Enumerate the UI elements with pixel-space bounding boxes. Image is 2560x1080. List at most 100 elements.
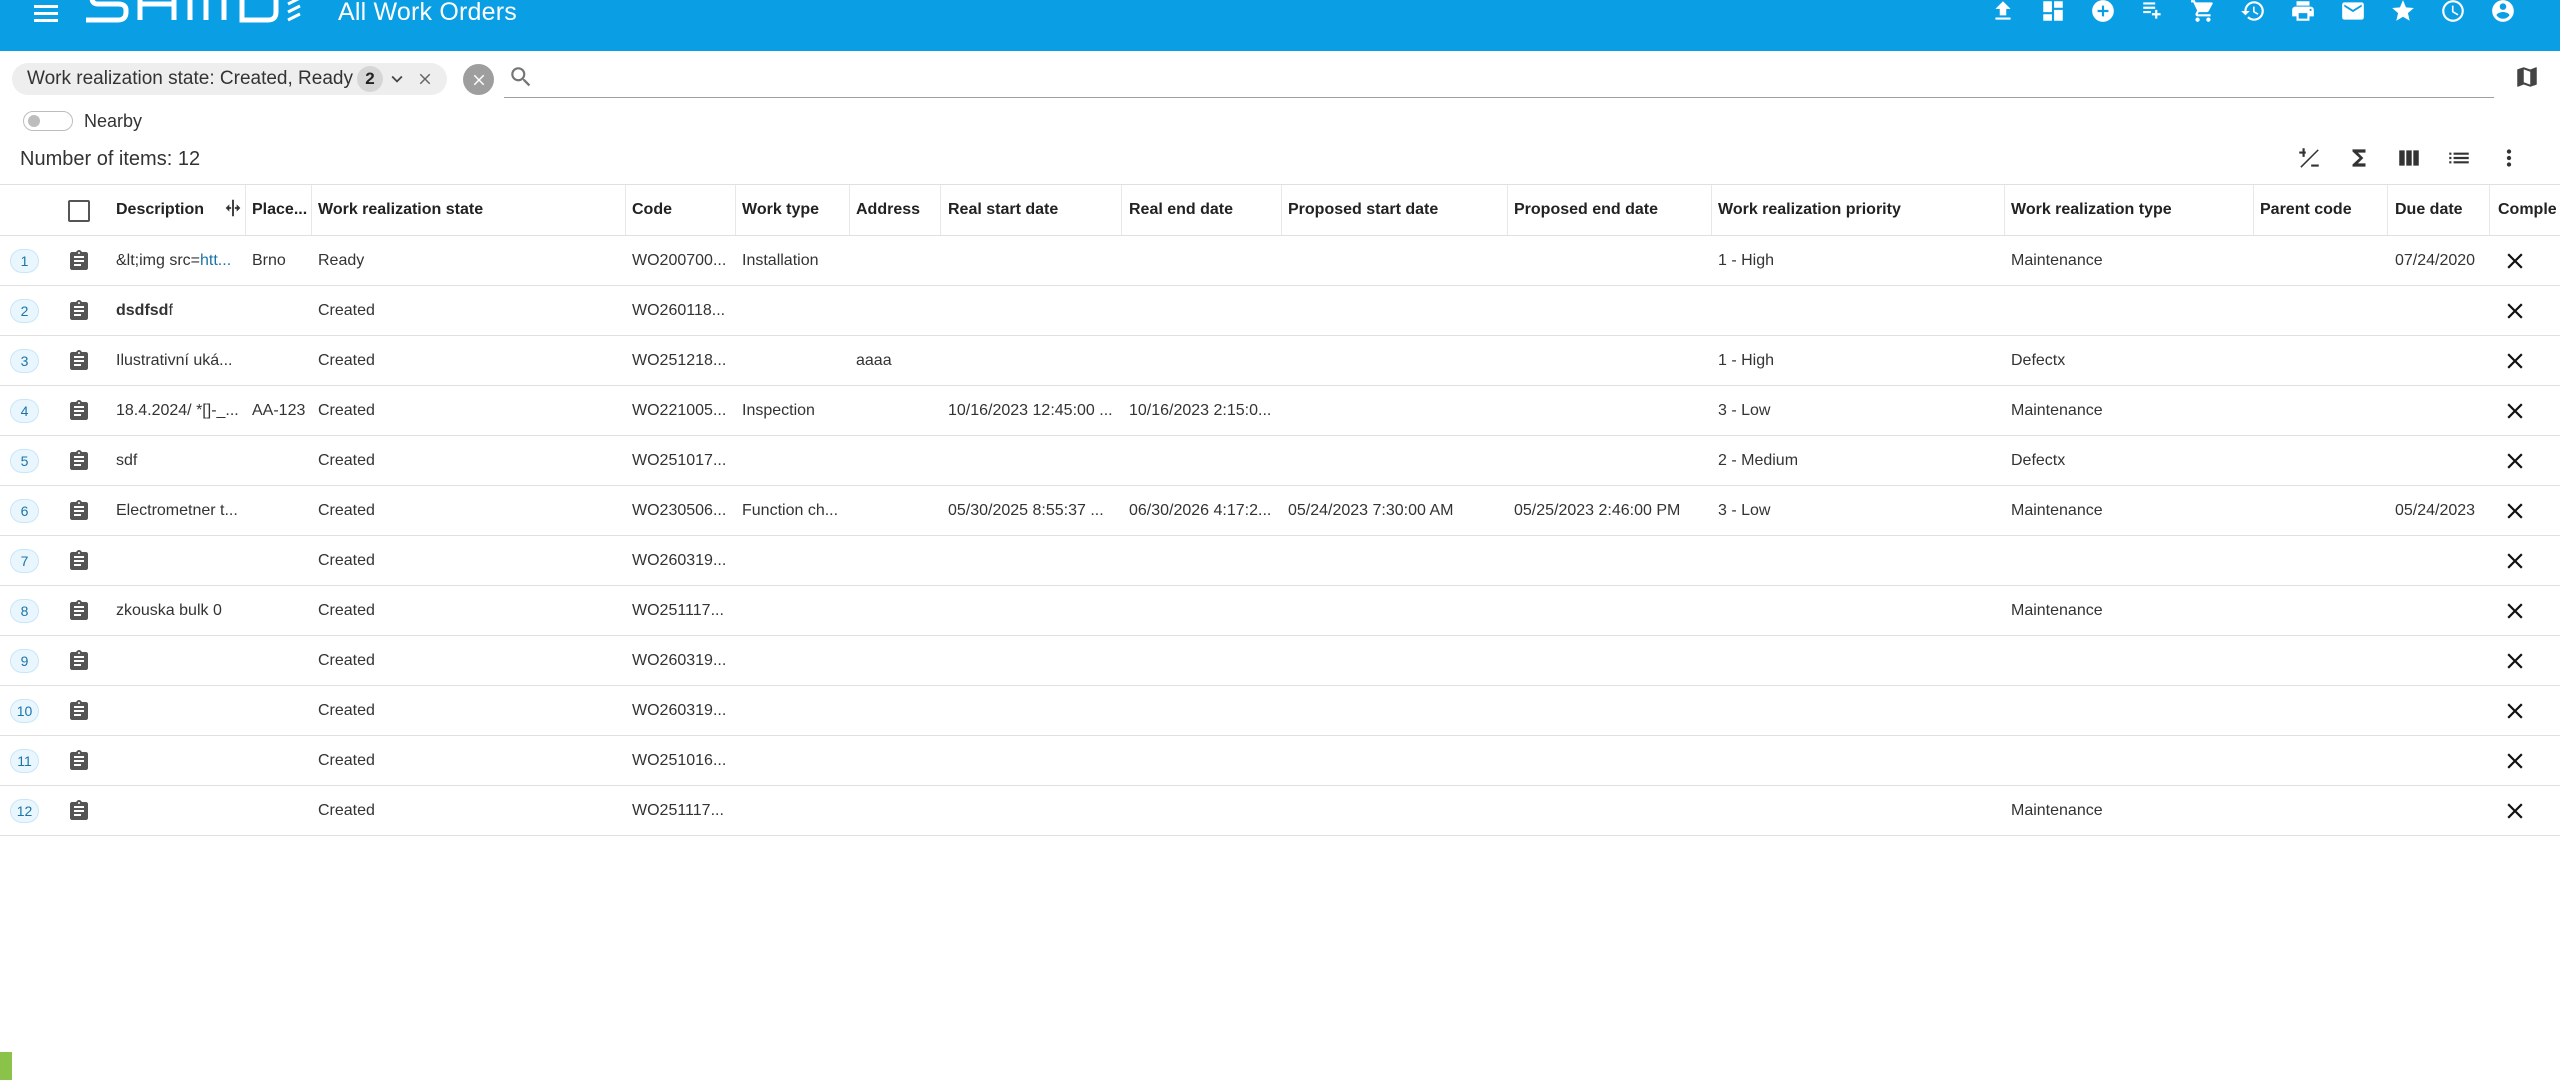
table-row[interactable]: 3 Ilustrativní uká... Created WO251218..…: [0, 336, 2560, 386]
upload-icon[interactable]: [1978, 0, 2028, 26]
cell-state: Created: [318, 702, 375, 719]
list-view-icon[interactable]: [2434, 142, 2484, 174]
table-row[interactable]: 5 sdf Created WO251017... 2 - Medium Def…: [0, 436, 2560, 486]
cell-proposed-start: [1288, 436, 1508, 485]
description-link[interactable]: htt...: [200, 252, 231, 269]
clipboard-icon[interactable]: [67, 648, 91, 679]
clipboard-icon[interactable]: [67, 498, 91, 529]
col-priority[interactable]: Work realization priority: [1718, 185, 1998, 235]
close-icon[interactable]: [2500, 346, 2530, 376]
cell-parent-code: [2260, 736, 2385, 785]
col-wr-type[interactable]: Work realization type: [2011, 185, 2241, 235]
close-icon[interactable]: [2500, 696, 2530, 726]
col-address[interactable]: Address: [856, 185, 936, 235]
table-row[interactable]: 1 &lt;img src=htt... Brno Ready WO200700…: [0, 236, 2560, 286]
clipboard-icon[interactable]: [67, 548, 91, 579]
star-icon[interactable]: [2378, 0, 2428, 26]
table-row[interactable]: 2 dsdfsdf Created WO260118...: [0, 286, 2560, 336]
close-icon[interactable]: [2500, 396, 2530, 426]
clipboard-icon[interactable]: [67, 448, 91, 479]
cell-real-start: [948, 586, 1118, 635]
cell-real-end: [1129, 786, 1279, 835]
col-real-start[interactable]: Real start date: [948, 185, 1118, 235]
dashboard-icon[interactable]: [2028, 0, 2078, 26]
sum-icon[interactable]: [2334, 142, 2384, 174]
nearby-toggle[interactable]: [23, 111, 73, 131]
cell-state: Created: [318, 452, 375, 469]
filter-chip[interactable]: Work realization state: Created, Ready 2: [12, 63, 447, 95]
clipboard-icon[interactable]: [67, 798, 91, 829]
chevron-down-icon[interactable]: [383, 65, 411, 93]
col-proposed-start[interactable]: Proposed start date: [1288, 185, 1508, 235]
close-icon[interactable]: [2500, 646, 2530, 676]
table-row[interactable]: 4 18.4.2024/ *[]-_... AA-123 Created WO2…: [0, 386, 2560, 436]
col-work-type[interactable]: Work type: [742, 185, 842, 235]
col-description[interactable]: Description: [116, 185, 210, 235]
clear-filters-icon[interactable]: [463, 64, 494, 95]
col-real-end[interactable]: Real end date: [1129, 185, 1279, 235]
clipboard-icon[interactable]: [67, 598, 91, 629]
col-place[interactable]: Place...: [252, 185, 310, 235]
close-icon[interactable]: [2500, 496, 2530, 526]
select-all-checkbox[interactable]: [68, 200, 90, 222]
close-icon[interactable]: [2500, 596, 2530, 626]
close-icon[interactable]: [411, 65, 439, 93]
col-due-date[interactable]: Due date: [2395, 185, 2495, 235]
cell-proposed-start: [1288, 586, 1508, 635]
close-icon[interactable]: [2500, 446, 2530, 476]
table-row[interactable]: 11 Created WO251016...: [0, 736, 2560, 786]
cart-icon[interactable]: [2178, 0, 2228, 26]
timer-icon[interactable]: [2428, 0, 2478, 26]
col-state[interactable]: Work realization state: [318, 185, 618, 235]
cell-description: Ilustrativní uká...: [116, 336, 244, 385]
cell-wr-type: [2011, 286, 2241, 335]
cell-address: [856, 636, 936, 685]
clipboard-icon[interactable]: [67, 698, 91, 729]
cell-address: [856, 436, 936, 485]
add-circle-icon[interactable]: [2078, 0, 2128, 26]
print-icon[interactable]: [2278, 0, 2328, 26]
col-complete[interactable]: Comple: [2498, 185, 2560, 235]
more-vert-icon[interactable]: [2484, 142, 2534, 174]
cell-description: sdf: [116, 436, 244, 485]
close-icon[interactable]: [2500, 246, 2530, 276]
column-resize-icon[interactable]: [222, 197, 244, 224]
clipboard-icon[interactable]: [67, 348, 91, 379]
close-icon[interactable]: [2500, 746, 2530, 776]
cell-parent-code: [2260, 436, 2385, 485]
table-row[interactable]: 10 Created WO260319...: [0, 686, 2560, 736]
menu-icon[interactable]: [30, 0, 62, 26]
search-input[interactable]: [544, 62, 2484, 96]
close-icon[interactable]: [2500, 546, 2530, 576]
close-icon[interactable]: [2500, 296, 2530, 326]
table-row[interactable]: 6 Electrometner t... Created WO230506...…: [0, 486, 2560, 536]
col-parent-code[interactable]: Parent code: [2260, 185, 2390, 235]
table-row[interactable]: 9 Created WO260319...: [0, 636, 2560, 686]
cell-code: WO260319...: [632, 702, 727, 719]
table-row[interactable]: 7 Created WO260319...: [0, 536, 2560, 586]
columns-icon[interactable]: [2384, 142, 2434, 174]
cell-priority: [1718, 586, 1998, 635]
clipboard-icon[interactable]: [67, 748, 91, 779]
description-text: Ilustrativní uká...: [116, 352, 233, 369]
history-icon[interactable]: [2228, 0, 2278, 26]
mail-icon[interactable]: [2328, 0, 2378, 26]
playlist-add-icon[interactable]: [2128, 0, 2178, 26]
add-remove-icon[interactable]: [2284, 142, 2334, 174]
map-icon[interactable]: [2512, 62, 2542, 92]
close-icon[interactable]: [2500, 796, 2530, 826]
table-row[interactable]: 8 zkouska bulk 0 Created WO251117... Mai…: [0, 586, 2560, 636]
clipboard-icon[interactable]: [67, 298, 91, 329]
app-bar-actions: [1978, 0, 2528, 26]
clipboard-icon[interactable]: [67, 398, 91, 429]
col-code[interactable]: Code: [632, 185, 732, 235]
description-text: 18.4.2024/ *[]-_...: [116, 402, 239, 419]
cell-work-type: [742, 686, 846, 735]
account-icon[interactable]: [2478, 0, 2528, 26]
col-proposed-end[interactable]: Proposed end date: [1514, 185, 1714, 235]
table-row[interactable]: 12 Created WO251117... Maintenance: [0, 786, 2560, 836]
cell-proposed-end: [1514, 686, 1714, 735]
cell-parent-code: [2260, 286, 2385, 335]
clipboard-icon[interactable]: [67, 248, 91, 279]
samo-logo[interactable]: [82, 0, 312, 28]
